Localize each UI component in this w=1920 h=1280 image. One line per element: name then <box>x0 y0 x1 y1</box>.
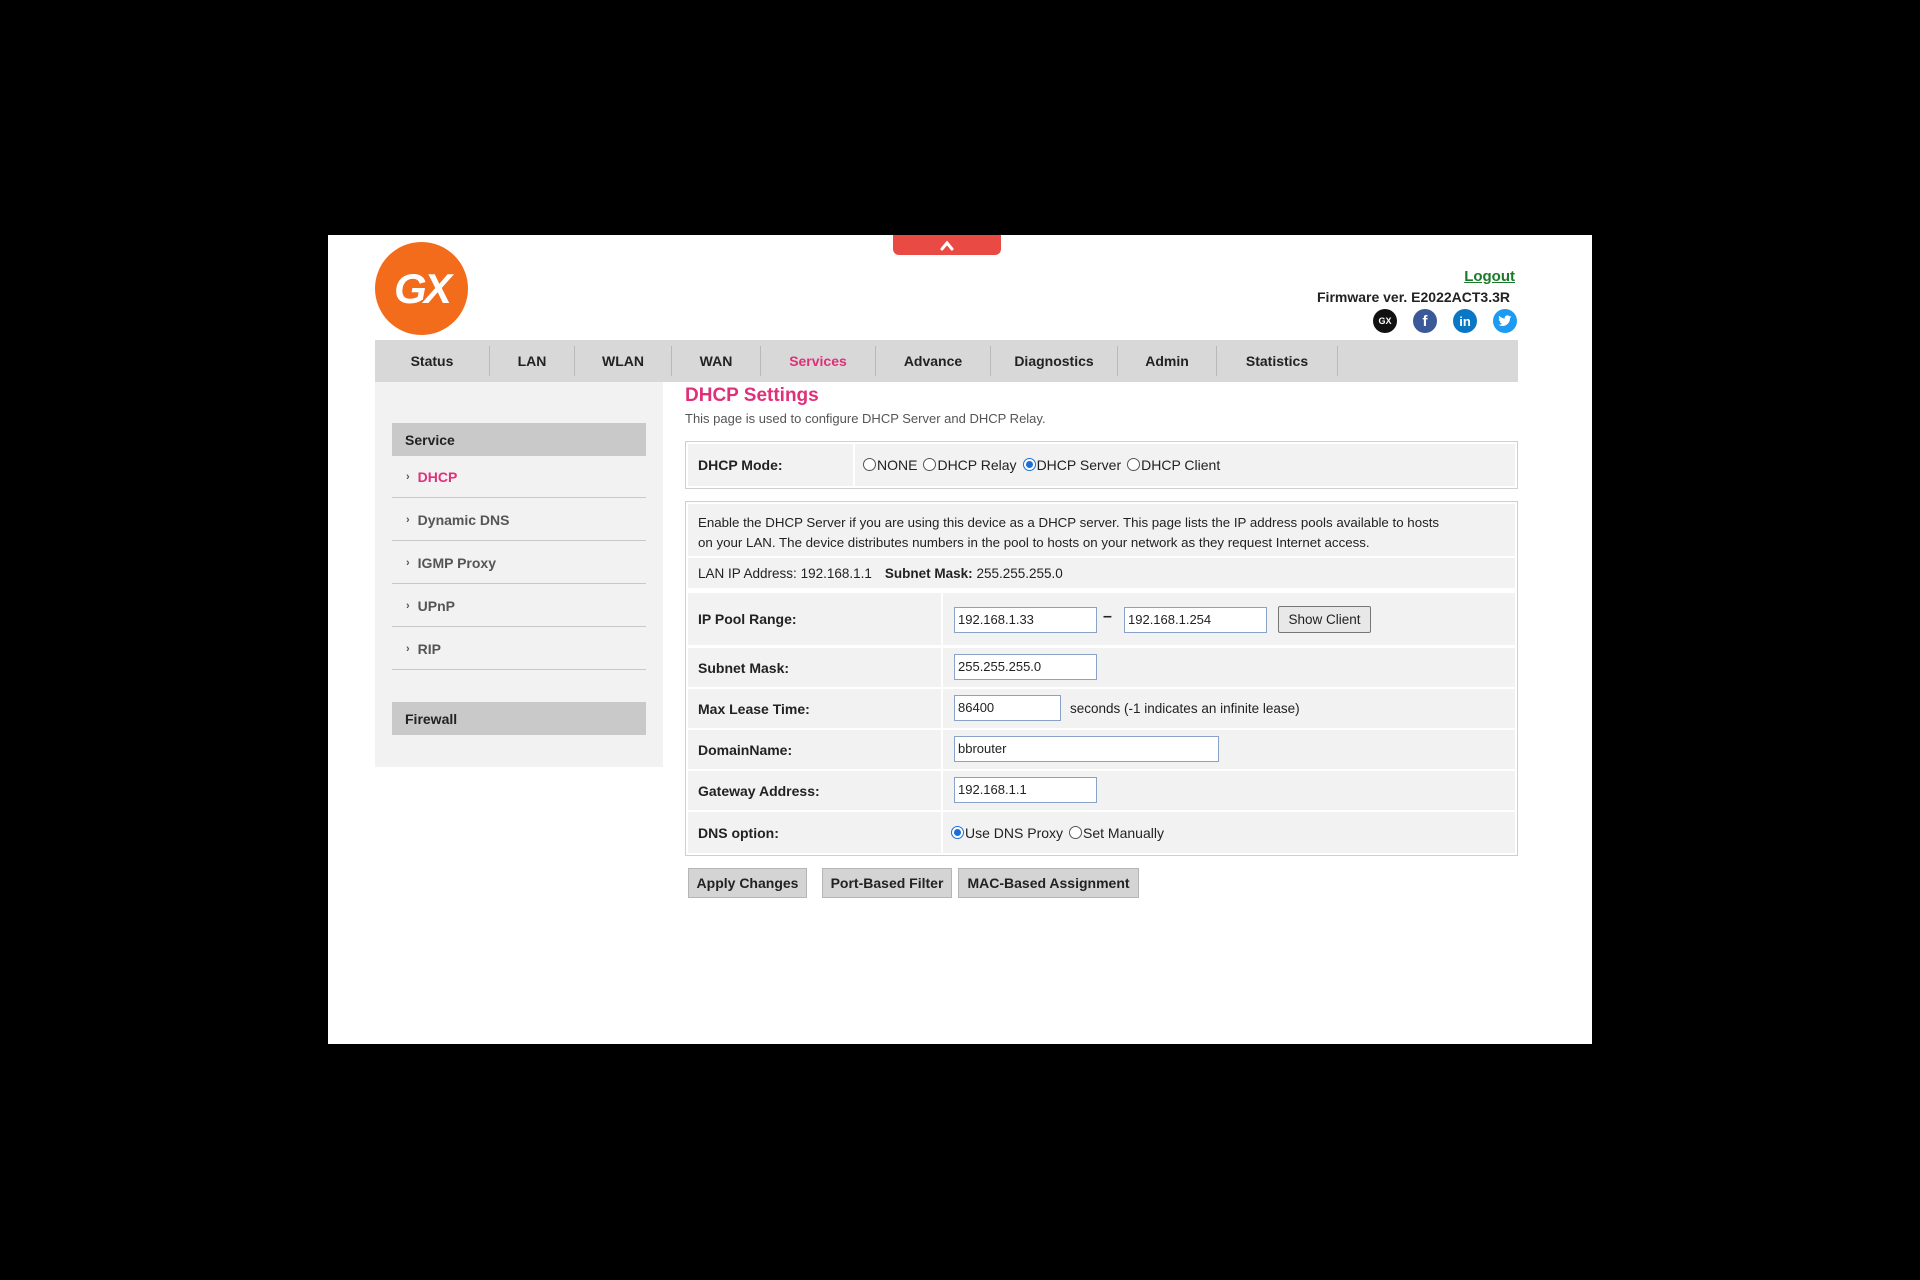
tab-lan[interactable]: LAN <box>490 346 575 376</box>
chevron-up-icon <box>940 240 954 251</box>
radio-server[interactable] <box>1022 458 1036 471</box>
sidebar-item-igmp-proxy[interactable]: › IGMP Proxy <box>392 542 646 584</box>
pool-end-input[interactable]: 192.168.1.254 <box>1124 607 1267 633</box>
mode-option-server[interactable]: DHCP Server <box>1022 457 1121 473</box>
logo-text: GX <box>394 264 452 312</box>
radio-relay[interactable] <box>923 458 937 471</box>
router-admin-page: GX Logout Firmware ver. E2022ACT3.3R GX … <box>328 235 1592 1044</box>
dns-option-proxy[interactable]: Use DNS Proxy <box>951 825 1063 841</box>
tab-wlan[interactable]: WLAN <box>575 346 672 376</box>
lan-ip-label: LAN IP Address: <box>698 565 797 581</box>
sidebar: Service › DHCP › Dynamic DNS › IGMP Prox… <box>375 382 663 767</box>
gateway-label: Gateway Address: <box>698 782 820 799</box>
gateway-input[interactable]: 192.168.1.1 <box>954 777 1097 803</box>
lease-time-note: seconds (-1 indicates an infinite lease) <box>1070 701 1300 716</box>
dhcp-mode-label: DHCP Mode: <box>698 457 783 473</box>
mac-based-assignment-button[interactable]: MAC-Based Assignment <box>958 868 1139 898</box>
port-based-filter-button[interactable]: Port-Based Filter <box>822 868 952 898</box>
mode-option-relay[interactable]: DHCP Relay <box>923 457 1017 473</box>
radio-dns-proxy[interactable] <box>951 825 964 839</box>
twitter-icon[interactable] <box>1493 309 1517 333</box>
lease-time-row: Max Lease Time: 86400 seconds (-1 indica… <box>688 689 1515 728</box>
sidebar-item-upnp[interactable]: › UPnP <box>392 585 646 627</box>
chevron-right-icon: › <box>406 599 410 612</box>
domain-name-row: DomainName: bbrouter <box>688 730 1515 769</box>
dns-option-manual[interactable]: Set Manually <box>1069 825 1164 841</box>
chevron-right-icon: › <box>406 642 410 655</box>
domain-name-input[interactable]: bbrouter <box>954 736 1219 762</box>
description-line-1: Enable the DHCP Server if you are using … <box>698 515 1440 530</box>
lease-time-input[interactable]: 86400 <box>954 695 1061 721</box>
lan-ip-value: 192.168.1.1 <box>800 565 872 581</box>
dns-option-row: DNS option: Use DNS Proxy Set Manually <box>688 812 1515 853</box>
page-subtitle: This page is used to configure DHCP Serv… <box>685 411 1046 426</box>
subnet-mask-row: Subnet Mask: 255.255.255.0 <box>688 648 1515 687</box>
lease-time-label: Max Lease Time: <box>698 700 810 717</box>
tab-statistics[interactable]: Statistics <box>1217 346 1338 376</box>
dhcp-server-panel: Enable the DHCP Server if you are using … <box>685 501 1518 856</box>
mode-option-client[interactable]: DHCP Client <box>1127 457 1220 473</box>
scroll-to-top-button[interactable] <box>893 235 1001 255</box>
sidebar-item-dhcp[interactable]: › DHCP <box>392 456 646 498</box>
tab-advance[interactable]: Advance <box>876 346 991 376</box>
firmware-version: Firmware ver. E2022ACT3.3R <box>1317 289 1510 305</box>
chevron-right-icon: › <box>406 470 410 483</box>
sidebar-item-dynamic-dns[interactable]: › Dynamic DNS <box>392 499 646 541</box>
tab-admin[interactable]: Admin <box>1118 346 1217 376</box>
ip-pool-row: IP Pool Range: 192.168.1.33 – 192.168.1.… <box>688 593 1515 645</box>
linkedin-icon[interactable]: in <box>1453 309 1477 333</box>
tab-wan[interactable]: WAN <box>672 346 761 376</box>
domain-name-label: DomainName: <box>698 741 793 758</box>
sidebar-section-service[interactable]: Service <box>392 423 646 456</box>
gx-icon[interactable]: GX <box>1373 309 1397 333</box>
gateway-row: Gateway Address: 192.168.1.1 <box>688 771 1515 810</box>
tab-services[interactable]: Services <box>761 346 876 376</box>
facebook-icon[interactable]: f <box>1413 309 1437 333</box>
chevron-right-icon: › <box>406 513 410 526</box>
sidebar-item-rip[interactable]: › RIP <box>392 628 646 670</box>
pool-range-dash: – <box>1103 608 1112 625</box>
gx-logo: GX <box>375 242 468 335</box>
page-title: DHCP Settings <box>685 385 819 406</box>
tab-diagnostics[interactable]: Diagnostics <box>991 346 1118 376</box>
main-nav: Status LAN WLAN WAN Services Advance Dia… <box>375 340 1518 382</box>
social-links: GX f in <box>1373 309 1517 333</box>
subnet-mask-label: Subnet Mask: <box>698 659 790 676</box>
radio-client[interactable] <box>1127 458 1141 471</box>
subnet-mask-info-label: Subnet Mask: <box>884 565 973 581</box>
chevron-right-icon: › <box>406 556 410 569</box>
tab-status[interactable]: Status <box>375 346 490 376</box>
ip-pool-label: IP Pool Range: <box>698 611 797 627</box>
subnet-mask-info-value: 255.255.255.0 <box>976 565 1063 581</box>
dns-option-label: DNS option: <box>698 824 779 841</box>
radio-none[interactable] <box>863 458 876 471</box>
description-line-2: on your LAN. The device distributes numb… <box>698 535 1370 550</box>
subnet-mask-input[interactable]: 255.255.255.0 <box>954 654 1097 680</box>
show-client-button[interactable]: Show Client <box>1278 606 1371 633</box>
dhcp-mode-panel: DHCP Mode: NONE DHCP Relay DHCP Server D… <box>685 441 1518 489</box>
pool-start-input[interactable]: 192.168.1.33 <box>954 607 1097 633</box>
sidebar-section-firewall[interactable]: Firewall <box>392 702 646 735</box>
logout-link[interactable]: Logout <box>1464 268 1515 285</box>
radio-dns-manual[interactable] <box>1069 825 1083 839</box>
mode-option-none[interactable]: NONE <box>863 457 917 473</box>
apply-changes-button[interactable]: Apply Changes <box>688 868 807 898</box>
